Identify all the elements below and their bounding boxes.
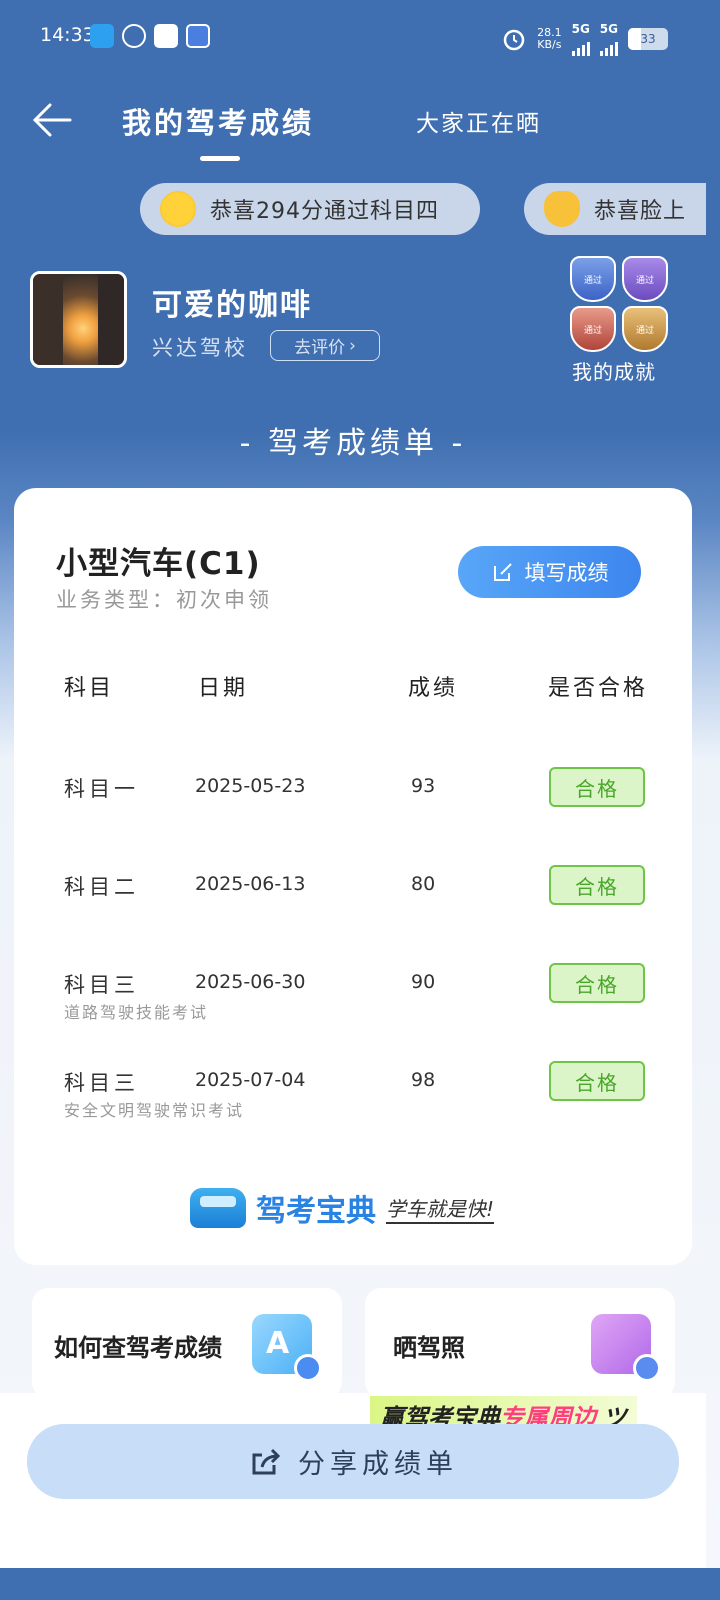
row-score: 90 bbox=[411, 971, 436, 993]
signal-bars-icon bbox=[599, 36, 618, 56]
review-button[interactable]: 去评价 › bbox=[270, 330, 380, 361]
pass-badge: 合格 bbox=[549, 865, 645, 905]
row-date: 2025-07-04 bbox=[195, 1069, 306, 1091]
arrow-left-icon bbox=[32, 103, 72, 137]
ticker-item[interactable]: 恭喜脸上 bbox=[524, 183, 706, 235]
battery-icon: 33 bbox=[628, 28, 668, 50]
driving-school-name: 兴达驾校 bbox=[152, 336, 248, 360]
chevron-right-icon: › bbox=[349, 335, 356, 356]
clapping-hands-emoji-icon bbox=[544, 191, 580, 227]
active-tab-indicator bbox=[200, 156, 240, 161]
pass-badge: 合格 bbox=[549, 963, 645, 1003]
signal-1: 5G bbox=[572, 22, 590, 56]
business-type: 业务类型：初次申领 bbox=[56, 588, 272, 612]
app-notification-icon bbox=[186, 24, 210, 48]
app-notification-icon bbox=[90, 24, 114, 48]
row-date: 2025-06-13 bbox=[195, 873, 306, 895]
star-struck-emoji-icon bbox=[160, 191, 196, 227]
brand-logo: 驾考宝典 学车就是快! bbox=[190, 1186, 495, 1230]
how-to-check-scores-tile[interactable]: 如何查驾考成绩 A bbox=[32, 1288, 342, 1398]
achievement-badge-icon: 通过 bbox=[570, 256, 616, 302]
achievements-label[interactable]: 我的成就 bbox=[572, 356, 656, 385]
achievement-badge-icon: 通过 bbox=[622, 256, 668, 302]
row-note: 道路驾驶技能考试 bbox=[64, 1003, 209, 1022]
car-logo-icon bbox=[190, 1188, 246, 1228]
share-icon bbox=[252, 1448, 281, 1474]
nickname: 可爱的咖啡 bbox=[152, 288, 312, 323]
signal-bars-icon bbox=[571, 36, 590, 56]
row-score: 98 bbox=[411, 1069, 436, 1091]
edit-icon bbox=[493, 563, 512, 581]
column-header-score: 成绩 bbox=[408, 676, 459, 701]
tab-my-scores[interactable]: 我的驾考成绩 bbox=[122, 100, 314, 142]
column-header-subject: 科目 bbox=[64, 676, 115, 701]
telegram-icon bbox=[154, 24, 178, 48]
back-button[interactable] bbox=[30, 100, 74, 140]
fill-score-button[interactable]: 填写成绩 bbox=[458, 546, 641, 598]
score-card: 小型汽车(C1) 业务类型：初次申领 填写成绩 科目 日期 成绩 是否合格 科目… bbox=[14, 488, 692, 1265]
pass-badge: 合格 bbox=[549, 767, 645, 807]
row-score: 80 bbox=[411, 873, 436, 895]
row-subject: 科目三 bbox=[64, 1071, 139, 1095]
search-document-icon: A bbox=[252, 1314, 322, 1382]
achievement-badge-icon: 通过 bbox=[622, 306, 668, 352]
column-header-date: 日期 bbox=[198, 676, 249, 701]
status-bar: 14:33 28.1 KB/s 5G 5G 33 bbox=[0, 0, 706, 70]
share-scorecard-button[interactable]: 分享成绩单 bbox=[27, 1424, 679, 1499]
row-subject: 科目二 bbox=[64, 875, 139, 899]
notification-icons bbox=[90, 24, 210, 48]
tab-everyone-sharing[interactable]: 大家正在晒 bbox=[416, 104, 541, 138]
app-notification-icon bbox=[122, 24, 146, 48]
row-note: 安全文明驾驶常识考试 bbox=[64, 1101, 245, 1120]
section-title: - 驾考成绩单 - bbox=[239, 426, 467, 461]
achievement-badge-icon: 通过 bbox=[570, 306, 616, 352]
pass-badge: 合格 bbox=[549, 1061, 645, 1101]
avatar[interactable] bbox=[30, 271, 127, 368]
share-license-tile[interactable]: 晒驾照 bbox=[365, 1288, 675, 1398]
row-date: 2025-05-23 bbox=[195, 775, 306, 797]
photo-camera-icon bbox=[591, 1314, 661, 1382]
status-right: 28.1 KB/s 5G 5G 33 bbox=[501, 22, 668, 56]
ticker-item[interactable]: 恭喜294分通过科目四 bbox=[140, 183, 480, 235]
row-score: 93 bbox=[411, 775, 436, 797]
signal-2: 5G bbox=[600, 22, 618, 56]
achievement-badges[interactable]: 通过 通过 通过 通过 bbox=[570, 256, 670, 352]
row-date: 2025-06-30 bbox=[195, 971, 306, 993]
column-header-pass: 是否合格 bbox=[548, 676, 649, 701]
alarm-icon bbox=[503, 29, 525, 51]
net-speed: 28.1 KB/s bbox=[537, 26, 562, 51]
vehicle-type: 小型汽车(C1) bbox=[56, 546, 261, 582]
row-subject: 科目一 bbox=[64, 777, 139, 801]
row-subject: 科目三 bbox=[64, 973, 139, 997]
status-time: 14:33 bbox=[40, 24, 95, 46]
